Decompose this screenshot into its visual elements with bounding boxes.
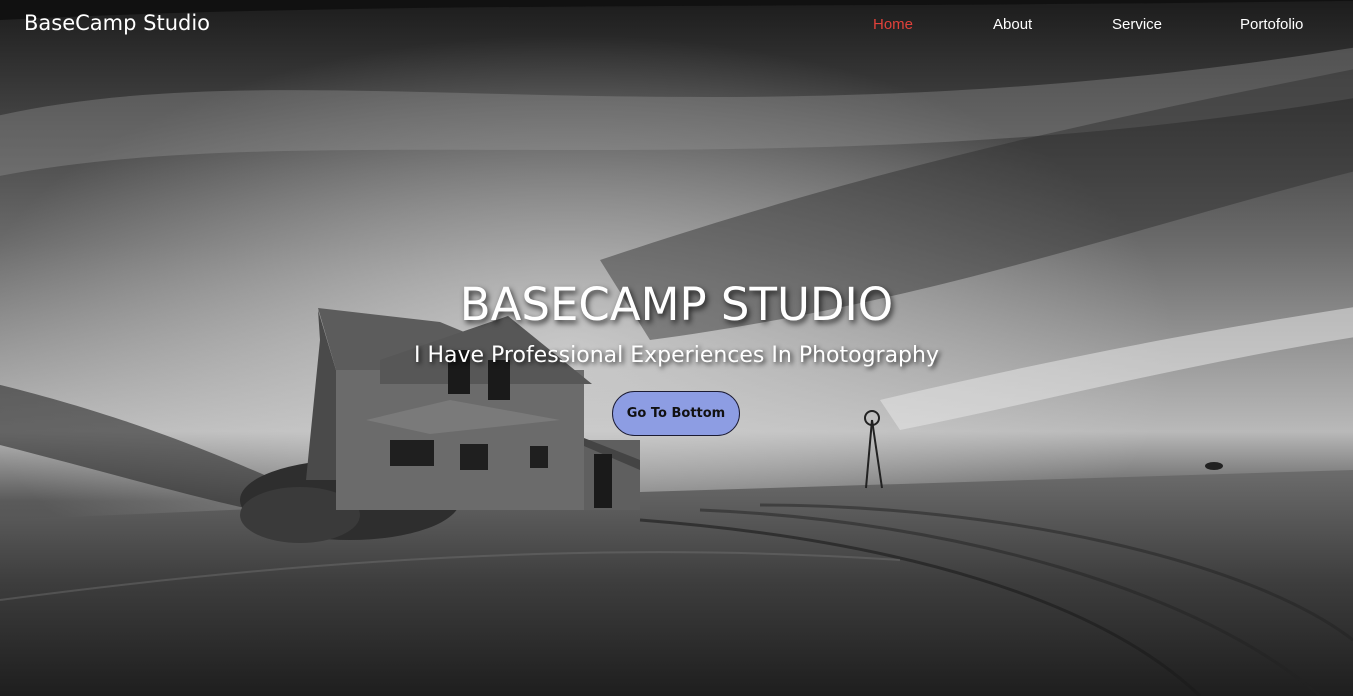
hero-title: BASECAMP STUDIO xyxy=(459,278,894,331)
nav-item-portofolio[interactable]: Portofolio xyxy=(1240,16,1303,33)
nav-item-service[interactable]: Service xyxy=(1112,16,1162,33)
go-to-bottom-button[interactable]: Go To Bottom xyxy=(612,391,740,436)
hero-content: BASECAMP STUDIO I Have Professional Expe… xyxy=(0,278,1353,368)
brand-logo-link[interactable]: BaseCamp Studio xyxy=(24,11,210,35)
nav-item-home[interactable]: Home xyxy=(873,16,913,33)
hero-subtitle: I Have Professional Experiences In Photo… xyxy=(413,343,939,368)
nav-item-about[interactable]: About xyxy=(993,16,1032,33)
top-navbar: BaseCamp Studio Home About Service Porto… xyxy=(0,0,1353,50)
